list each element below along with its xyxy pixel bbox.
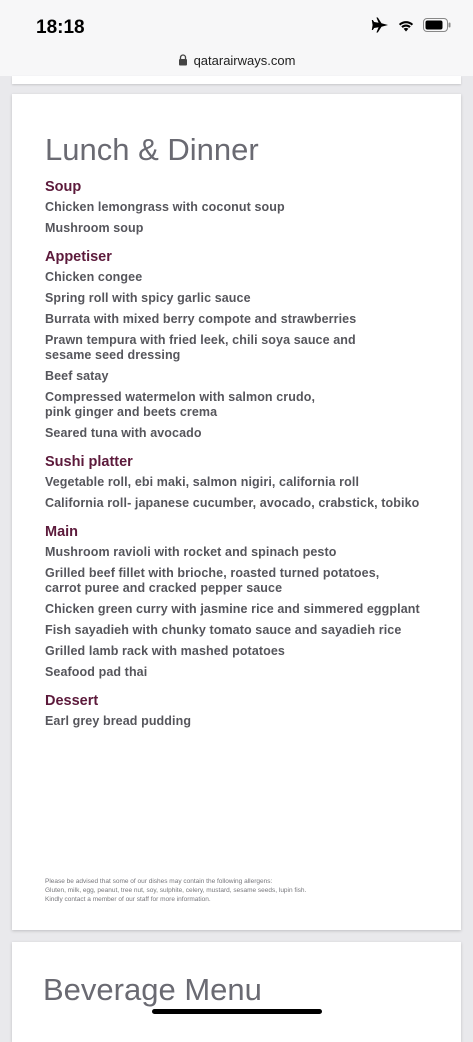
menu-item: Burrata with mixed berry compote and str… — [45, 312, 357, 326]
menu-item: Compressed watermelon with salmon crudo,… — [45, 390, 316, 419]
menu-item: Fish sayadieh with chunky tomato sauce a… — [45, 623, 402, 637]
home-indicator[interactable] — [152, 1009, 322, 1014]
battery-icon — [423, 18, 451, 32]
card-title: Lunch & Dinner — [45, 132, 259, 167]
menu-section-main: Main Mushroom ravioli with rocket and sp… — [45, 523, 445, 680]
menu-item: Prawn tempura with fried leek, chili soy… — [45, 333, 356, 362]
menu-item: Spring roll with spicy garlic sauce — [45, 291, 251, 305]
beverage-menu-card: Beverage Menu — [12, 942, 461, 1042]
menu-item: Vegetable roll, ebi maki, salmon nigiri,… — [45, 475, 360, 489]
menu-section-appetiser: Appetiser Chicken congee Spring roll wit… — [45, 248, 445, 441]
menu-item: Mushroom ravioli with rocket and spinach… — [45, 545, 337, 559]
status-time: 18:18 — [36, 17, 85, 38]
menu-list: Soup Chicken lemongrass with coconut sou… — [45, 178, 445, 741]
menu-section-dessert: Dessert Earl grey bread pudding — [45, 692, 445, 729]
menu-card: Lunch & Dinner Soup Chicken lemongrass w… — [12, 94, 461, 930]
section-title: Soup — [45, 179, 82, 195]
section-title: Dessert — [45, 693, 99, 709]
disclaimer-line: Kindly contact a member of our staff for… — [45, 896, 211, 903]
section-title: Sushi platter — [45, 454, 133, 470]
menu-item: Seared tuna with avocado — [45, 426, 202, 440]
menu-item: California roll- japanese cucumber, avoc… — [45, 496, 420, 510]
menu-item: Seafood pad thai — [45, 665, 148, 679]
menu-item: Chicken lemongrass with coconut soup — [45, 200, 285, 214]
menu-section-sushi-platter: Sushi platter Vegetable roll, ebi maki, … — [45, 453, 445, 511]
menu-item: Grilled beef fillet with brioche, roaste… — [45, 566, 380, 595]
disclaimer-line: Gluten, milk, egg, peanut, tree nut, soy… — [45, 887, 307, 894]
card-title: Beverage Menu — [43, 972, 262, 1007]
url-text: qatarairways.com — [193, 52, 296, 68]
section-title: Appetiser — [45, 249, 112, 265]
menu-item: Grilled lamb rack with mashed potatoes — [45, 644, 285, 658]
menu-item: Earl grey bread pudding — [45, 714, 192, 728]
lock-icon — [178, 54, 187, 66]
status-bar: 18:18 — [0, 0, 473, 44]
menu-item: Chicken green curry with jasmine rice an… — [45, 602, 420, 616]
wifi-icon — [398, 21, 414, 32]
airplane-icon — [371, 17, 388, 33]
menu-item: Chicken congee — [45, 270, 143, 284]
disclaimer-line: Please be advised that some of our dishe… — [45, 878, 273, 885]
section-title: Main — [45, 524, 79, 540]
menu-item: Mushroom soup — [45, 221, 144, 235]
address-bar[interactable]: qatarairways.com — [0, 44, 473, 76]
status-icons — [371, 17, 451, 33]
menu-section-soup: Soup Chicken lemongrass with coconut sou… — [45, 178, 445, 236]
menu-item: Beef satay — [45, 369, 109, 383]
allergen-disclaimer: Please be advised that some of our dishe… — [45, 877, 425, 904]
previous-card-edge — [12, 76, 461, 84]
